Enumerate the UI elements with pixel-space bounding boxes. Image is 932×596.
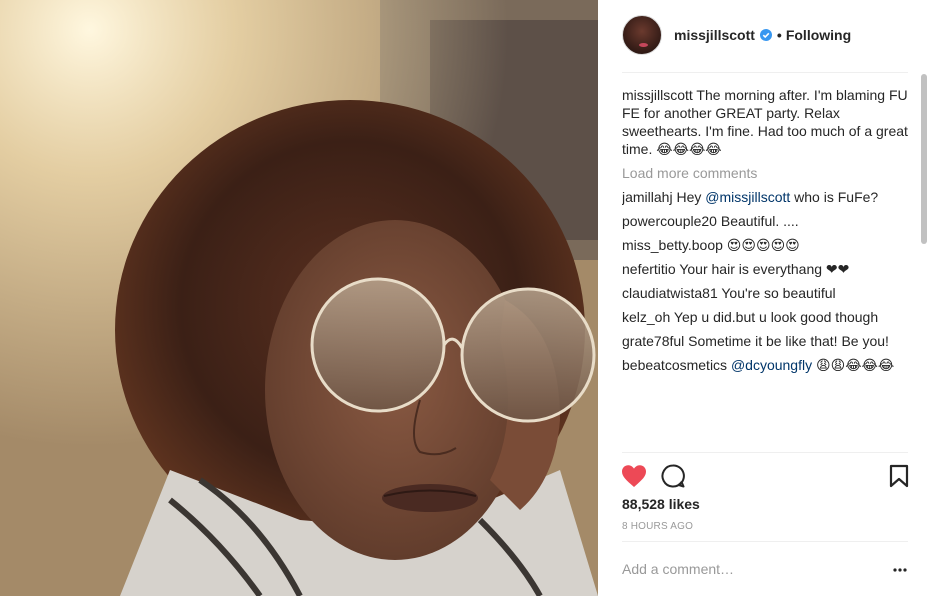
comment-text: Yep u did.but u look good though <box>673 309 879 325</box>
comment-username[interactable]: claudiatwista81 <box>622 285 718 301</box>
comment-item: grate78ful Sometime it be like that! Be … <box>622 332 914 350</box>
comment-text: You're so beautiful <box>721 285 836 301</box>
comment-item: bebeatcosmetics @dcyoungfly 😩😩😂😂😂 <box>622 356 914 374</box>
following-button[interactable]: Following <box>786 27 851 43</box>
comment-username[interactable]: miss_betty.boop <box>622 237 723 253</box>
heart-icon[interactable] <box>620 462 648 490</box>
comments-scrollbar[interactable] <box>920 74 928 452</box>
comment-text: 😍😍😍😍😍 <box>726 237 800 253</box>
comment-text: Sometime it be like that! Be you! <box>688 333 889 349</box>
comment-username[interactable]: nefertitio <box>622 261 676 277</box>
comment-box-divider <box>622 541 908 542</box>
load-more-comments-button[interactable]: Load more comments <box>622 164 914 182</box>
comment-item: claudiatwista81 You're so beautiful <box>622 284 914 302</box>
selfie-image <box>0 0 598 596</box>
comment-text: 😩😩😂😂😂 <box>812 357 895 373</box>
comments-list[interactable]: missjillscott The morning after. I'm bla… <box>622 86 914 452</box>
actions-divider <box>622 452 908 453</box>
post-caption: missjillscott The morning after. I'm bla… <box>622 86 914 158</box>
verified-badge-icon <box>759 29 772 41</box>
comment-mention-link[interactable]: @dcyoungfly <box>731 357 812 373</box>
scrollbar-thumb[interactable] <box>921 74 927 244</box>
separator-dot: • <box>776 27 782 43</box>
post-header: missjillscott • Following <box>622 15 908 55</box>
comment-item: powercouple20 Beautiful. .... <box>622 212 914 230</box>
avatar[interactable] <box>622 15 662 55</box>
add-comment-input[interactable] <box>622 557 872 581</box>
comment-item: kelz_oh Yep u did.but u look good though <box>622 308 914 326</box>
comment-text: Your hair is everythang ❤❤ <box>679 261 850 277</box>
likes-count[interactable]: 88,528 likes <box>622 496 700 512</box>
comment-mention-link[interactable]: @missjillscott <box>705 189 790 205</box>
post-timestamp[interactable]: 8 HOURS AGO <box>622 521 693 532</box>
more-options-icon[interactable] <box>893 568 907 572</box>
comment-username[interactable]: grate78ful <box>622 333 684 349</box>
comment-items: jamillahj Hey @missjillscott who is FuFe… <box>622 188 914 374</box>
comment-text: who is FuFe? <box>790 189 879 205</box>
comment-item: miss_betty.boop 😍😍😍😍😍 <box>622 236 914 254</box>
post-actions <box>620 462 910 490</box>
comment-username[interactable]: jamillahj <box>622 189 673 205</box>
comment-item: nefertitio Your hair is everythang ❤❤ <box>622 260 914 278</box>
caption-username[interactable]: missjillscott <box>622 87 693 103</box>
comment-icon[interactable] <box>660 463 686 489</box>
comment-username[interactable]: bebeatcosmetics <box>622 357 727 373</box>
comment-username[interactable]: powercouple20 <box>622 213 717 229</box>
post-username[interactable]: missjillscott <box>674 27 755 43</box>
comment-text: Hey <box>676 189 706 205</box>
comment-username[interactable]: kelz_oh <box>622 309 670 325</box>
bookmark-icon[interactable] <box>888 464 910 488</box>
header-divider <box>622 72 908 73</box>
post-photo[interactable] <box>0 0 598 596</box>
post-details-panel: missjillscott • Following missjillscott … <box>598 0 932 596</box>
comment-item: jamillahj Hey @missjillscott who is FuFe… <box>622 188 914 206</box>
comment-text: Beautiful. .... <box>720 213 799 229</box>
